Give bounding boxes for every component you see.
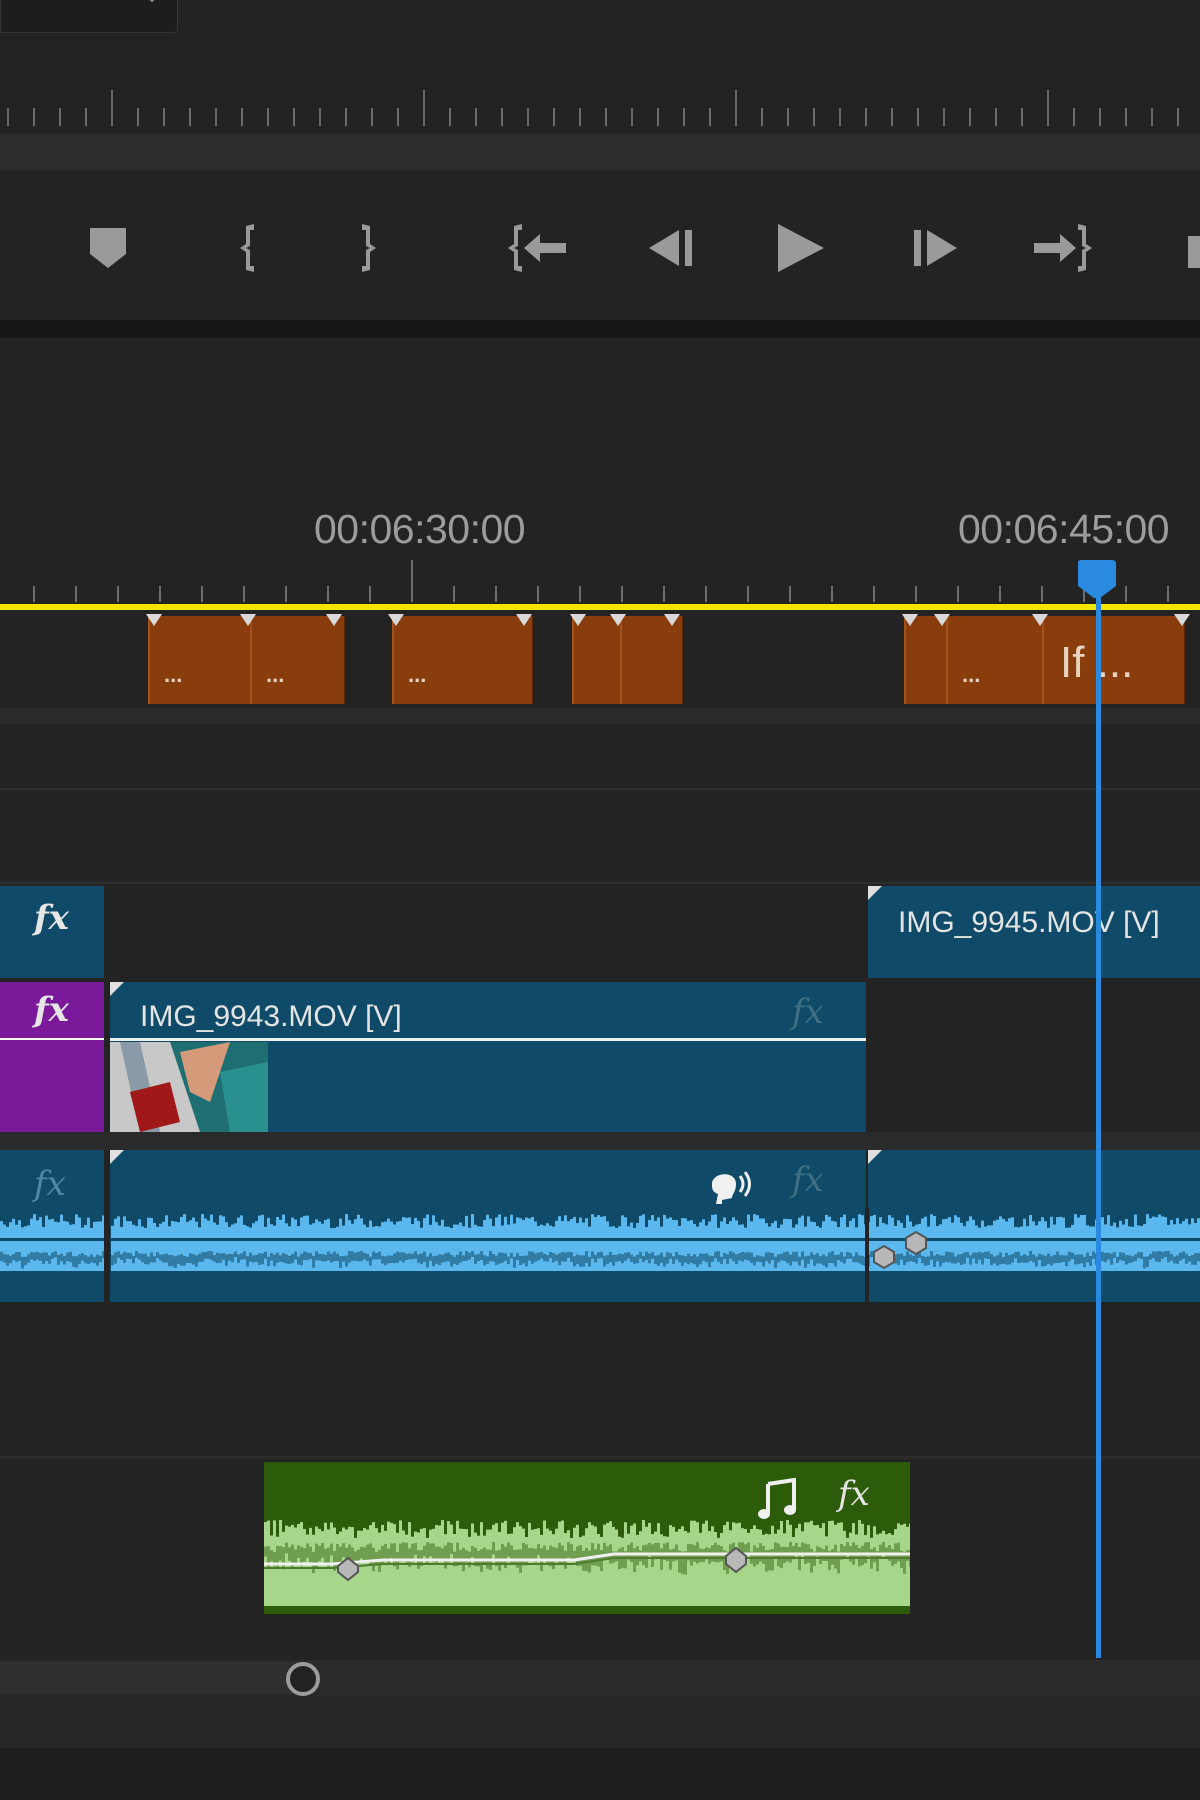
track-divider [0, 788, 1200, 790]
track-divider [0, 882, 1200, 884]
source-ruler-band[interactable] [0, 134, 1200, 170]
thumbnail-image [110, 1042, 268, 1132]
caption-marker [664, 614, 680, 626]
caption-clip[interactable]: ... [148, 616, 251, 704]
caption-marker [1032, 614, 1048, 626]
export-frame-button-partial[interactable] [1188, 236, 1200, 268]
source-ruler[interactable] [0, 0, 1200, 135]
speech-icon [712, 1171, 751, 1204]
audio-waveform [0, 1208, 1200, 1304]
fx-badge[interactable]: fx [838, 1474, 870, 1514]
caption-text: ... [266, 662, 285, 687]
caption-marker [326, 614, 342, 626]
track-divider [0, 1456, 1200, 1459]
v1-track-header[interactable]: fx [0, 982, 104, 1132]
caption-text: ... [164, 662, 183, 687]
track-divider[interactable] [0, 1132, 1200, 1150]
step-forward-icon [914, 230, 957, 266]
caption-marker [934, 614, 950, 626]
caption-marker [1174, 614, 1190, 626]
go-to-in-icon [508, 224, 566, 272]
caption-marker [146, 614, 162, 626]
caption-marker [570, 614, 586, 626]
caption-marker [516, 614, 532, 626]
work-area-bar[interactable] [0, 604, 1200, 610]
transport-bar [0, 172, 1200, 322]
fx-badge[interactable]: fx [34, 1164, 66, 1204]
clip-corner-marker [868, 1150, 882, 1164]
clip-name: IMG_9943.MOV [V] [140, 1000, 402, 1033]
fx-badge[interactable]: fx [34, 990, 69, 1030]
panel-divider[interactable] [0, 320, 1200, 338]
caption-clip[interactable]: If ... [1042, 616, 1185, 704]
caption-clip[interactable]: ... [946, 616, 1043, 704]
caption-marker [240, 614, 256, 626]
v2-track-header[interactable]: fx [0, 886, 104, 978]
caption-marker [902, 614, 918, 626]
track-spacer [0, 1614, 1200, 1658]
go-to-out-icon [1034, 224, 1092, 272]
go-to-out-button[interactable] [1032, 210, 1092, 286]
clip-corner-marker [110, 1150, 124, 1164]
caption-clip[interactable] [572, 616, 621, 704]
mark-out-button[interactable] [338, 210, 398, 286]
marker-icon [90, 228, 126, 268]
timecode-label: 00:06:30:00 [314, 506, 526, 552]
fx-badge[interactable]: fx [792, 1160, 824, 1200]
caption-clip[interactable] [904, 616, 947, 704]
zoom-handle[interactable] [286, 1662, 320, 1696]
playhead-handle[interactable] [1076, 560, 1118, 600]
clip-corner-marker [868, 886, 882, 900]
caption-text: ... [408, 662, 427, 687]
playhead-line[interactable] [1096, 596, 1101, 1658]
go-to-in-button[interactable] [508, 210, 568, 286]
step-back-icon [649, 230, 692, 266]
caption-clip[interactable]: ... [392, 616, 533, 704]
video-clip-img9943[interactable]: IMG_9943.MOV [V] fx [110, 982, 866, 1132]
mark-in-button[interactable] [218, 210, 278, 286]
header-line [0, 1038, 104, 1040]
add-marker-button[interactable] [78, 210, 138, 286]
video-clip-img9945[interactable]: IMG_9945.MOV [V] [868, 886, 1200, 978]
clip-name: IMG_9945.MOV [V] [898, 906, 1160, 939]
step-forward-button[interactable] [906, 210, 966, 286]
caption-clip[interactable] [620, 616, 683, 704]
timecode-label: 00:06:45:00 [958, 506, 1170, 552]
mark-in-icon [240, 224, 254, 272]
step-back-button[interactable] [640, 210, 700, 286]
source-monitor [0, 0, 1200, 322]
track-divider[interactable] [0, 708, 1200, 724]
fx-badge[interactable]: fx [34, 898, 69, 938]
caption-marker [388, 614, 404, 626]
caption-text: ... [962, 662, 981, 687]
music-waveform [264, 1520, 910, 1606]
mark-out-icon [362, 224, 376, 272]
panel-bottom-edge [0, 1748, 1200, 1800]
play-icon [778, 224, 824, 272]
fx-badge[interactable]: fx [792, 992, 824, 1032]
caption-marker [610, 614, 626, 626]
caption-clip[interactable]: ... [250, 616, 345, 704]
clip-thumbnail [110, 1042, 268, 1132]
clip-corner-marker [110, 982, 124, 996]
play-button[interactable] [770, 210, 830, 286]
timeline-ticks [33, 560, 1169, 602]
panel-footer [0, 1696, 1200, 1748]
scrollbar-thumb[interactable] [0, 1662, 300, 1694]
opacity-line[interactable] [110, 1038, 866, 1041]
